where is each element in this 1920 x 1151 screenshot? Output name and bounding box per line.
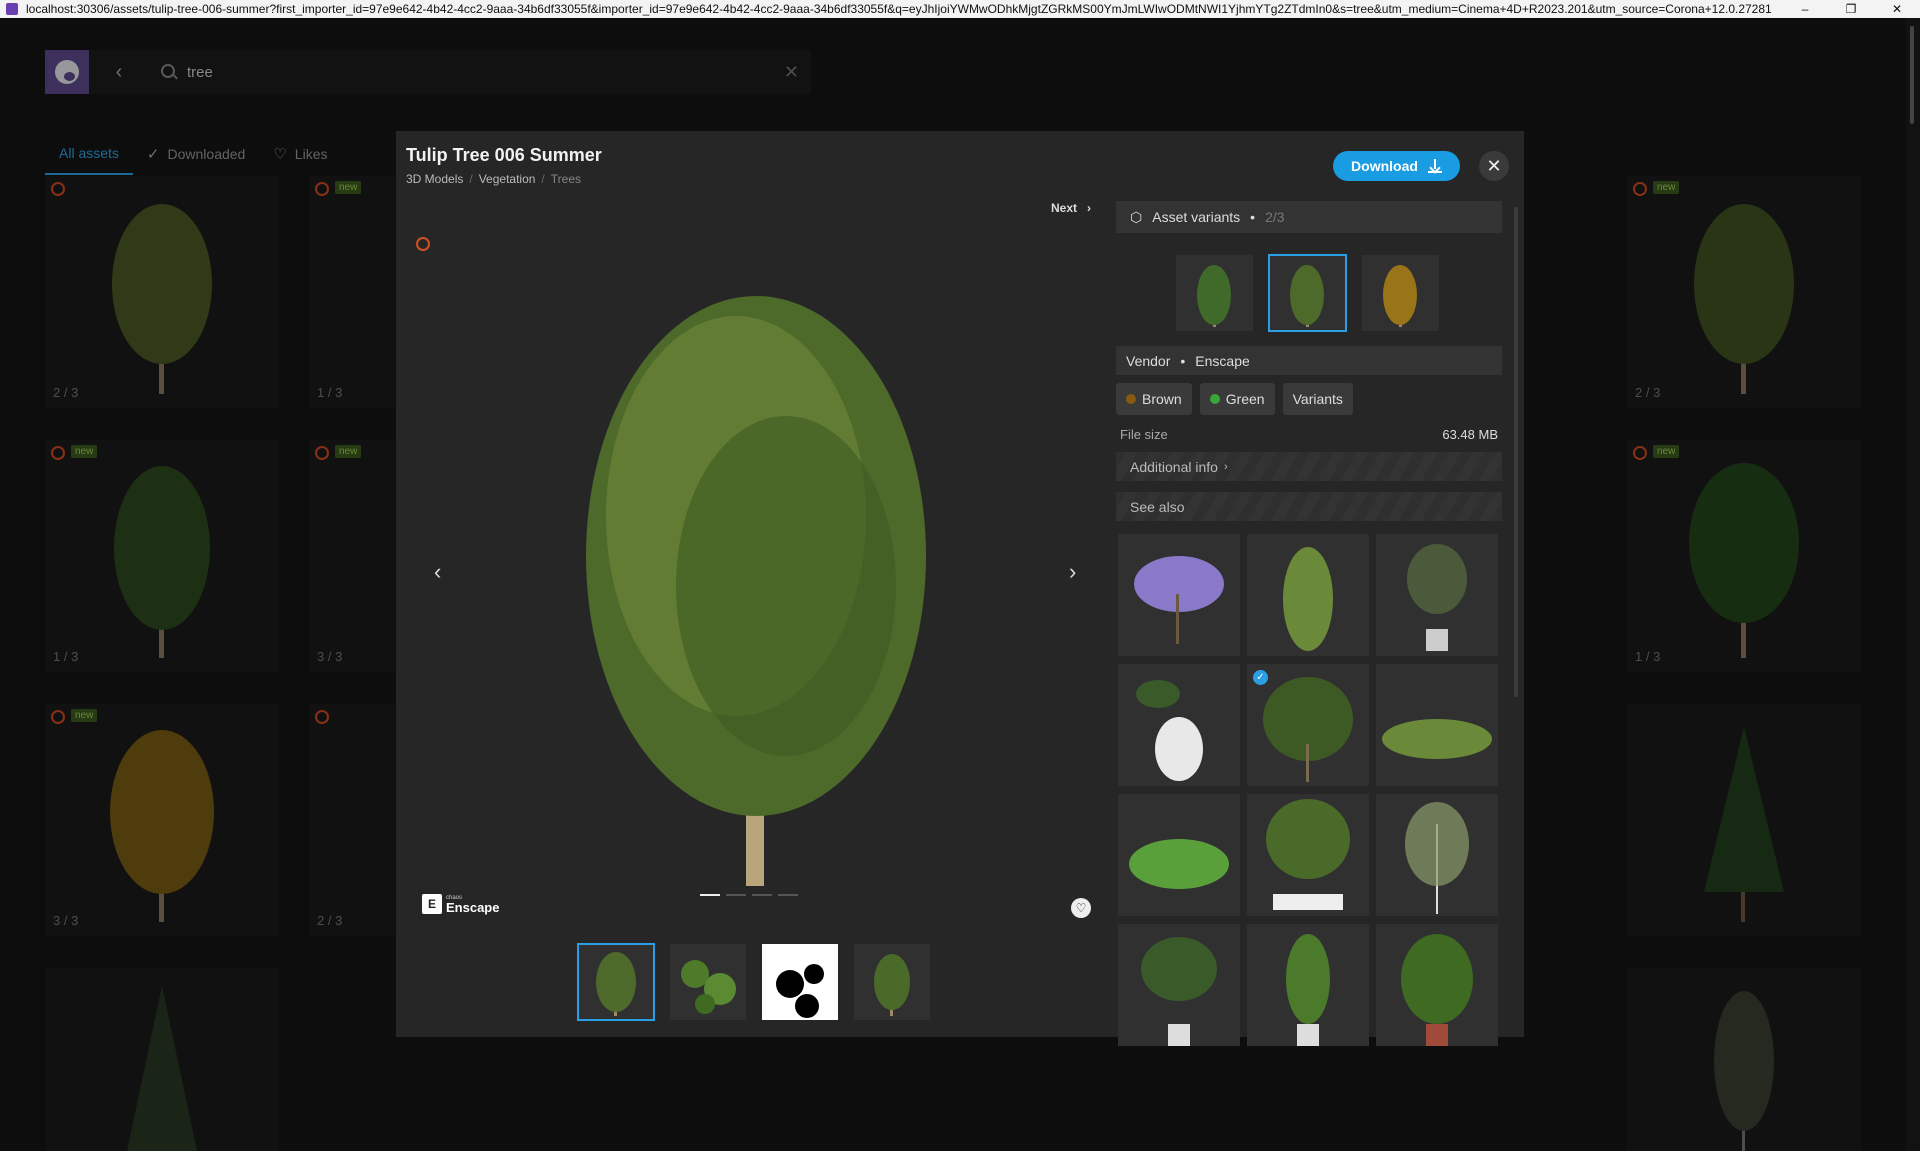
image-pagination: [700, 894, 798, 896]
enscape-logo-icon: E: [422, 894, 442, 914]
chevron-right-icon: ›: [1087, 201, 1092, 215]
next-label: Next: [1051, 201, 1078, 215]
asset-title: Tulip Tree 006 Summer: [406, 145, 602, 165]
preview-thumbnail[interactable]: [670, 944, 746, 1020]
related-asset[interactable]: [1376, 664, 1498, 786]
related-asset[interactable]: [1247, 534, 1369, 656]
file-size-value: 63.48 MB: [1442, 427, 1498, 442]
prev-image-arrow-icon[interactable]: ‹: [434, 559, 441, 585]
breadcrumb: 3D Models / Vegetation / Trees: [406, 172, 581, 186]
breadcrumb-item[interactable]: Vegetation: [479, 172, 536, 186]
preview-thumbnail[interactable]: [854, 944, 930, 1020]
pagination-dot[interactable]: [726, 894, 746, 896]
variant-thumbnails: [1176, 254, 1439, 332]
asset-variants-header: ⬡ Asset variants • 2/3: [1116, 201, 1502, 233]
download-icon: [1427, 159, 1442, 173]
preview-thumbnail[interactable]: [577, 943, 655, 1021]
variants-count: 2/3: [1265, 209, 1285, 225]
color-swatch-icon: [1126, 394, 1136, 404]
render-engine-icon: [416, 237, 430, 251]
additional-info-label: Additional info: [1130, 458, 1218, 475]
minimize-button[interactable]: –: [1782, 0, 1828, 18]
url-text: localhost:30306/assets/tulip-tree-006-su…: [26, 2, 1772, 16]
like-heart-icon[interactable]: ♡: [1071, 898, 1091, 918]
next-asset-link[interactable]: Next ›: [1051, 201, 1091, 215]
browser-titlebar: localhost:30306/assets/tulip-tree-006-su…: [0, 0, 1920, 18]
vendor-label: Vendor: [1126, 352, 1171, 369]
see-also-label: See also: [1130, 498, 1185, 515]
app-icon: [6, 3, 18, 15]
chip-label: Brown: [1142, 391, 1182, 407]
restore-button[interactable]: ❐: [1828, 0, 1874, 18]
pagination-dot[interactable]: [700, 894, 720, 896]
see-also-header: See also: [1116, 492, 1502, 521]
chip-label: Variants: [1292, 391, 1343, 407]
download-label: Download: [1351, 158, 1418, 174]
tag-chip-green[interactable]: Green: [1199, 383, 1275, 415]
related-asset[interactable]: [1118, 924, 1240, 1046]
close-icon[interactable]: ✕: [1479, 151, 1509, 181]
variant-thumbnail[interactable]: [1268, 254, 1347, 332]
preview-thumbnails: [577, 943, 930, 1021]
downloaded-check-icon: ✓: [1253, 670, 1268, 685]
additional-info-toggle[interactable]: Additional info ›: [1116, 452, 1502, 481]
related-asset[interactable]: [1118, 664, 1240, 786]
see-also-grid: ✓: [1118, 534, 1500, 1046]
close-window-button[interactable]: ✕: [1874, 0, 1920, 18]
vendor-row: Vendor • Enscape: [1116, 346, 1502, 375]
pagination-dot[interactable]: [752, 894, 772, 896]
panel-scrollbar[interactable]: [1514, 207, 1518, 697]
tag-chip-variants[interactable]: Variants: [1282, 383, 1353, 415]
tag-chip-brown[interactable]: Brown: [1116, 383, 1192, 415]
variant-thumbnail[interactable]: [1176, 255, 1253, 331]
related-asset[interactable]: [1376, 794, 1498, 916]
pagination-dot[interactable]: [778, 894, 798, 896]
related-asset[interactable]: [1376, 534, 1498, 656]
related-asset[interactable]: [1376, 924, 1498, 1046]
layers-icon: ⬡: [1130, 208, 1143, 225]
breadcrumb-item[interactable]: 3D Models: [406, 172, 463, 186]
variants-label: Asset variants: [1152, 209, 1241, 225]
related-asset[interactable]: [1118, 534, 1240, 656]
next-image-arrow-icon[interactable]: ›: [1069, 559, 1076, 585]
tag-chips: Brown Green Variants: [1116, 383, 1353, 415]
preview-thumbnail[interactable]: [762, 944, 838, 1020]
chip-label: Green: [1225, 391, 1265, 407]
asset-detail-modal: Tulip Tree 006 Summer 3D Models / Vegetat…: [396, 131, 1524, 1046]
vendor-value[interactable]: Enscape: [1195, 353, 1249, 369]
chevron-right-icon: ›: [1223, 460, 1228, 473]
download-button[interactable]: Download: [1333, 151, 1460, 181]
file-size-label: File size: [1120, 427, 1168, 442]
tree-preview-image: [586, 296, 926, 886]
vendor-logo: E chaos Enscape: [422, 894, 499, 914]
related-asset[interactable]: ✓: [1247, 664, 1369, 786]
file-size-row: File size 63.48 MB: [1120, 427, 1498, 442]
breadcrumb-item[interactable]: Trees: [551, 172, 581, 186]
page-scrollbar[interactable]: [1906, 18, 1920, 1151]
related-asset[interactable]: [1247, 794, 1369, 916]
vendor-logo-text: Enscape: [446, 899, 500, 915]
color-swatch-icon: [1209, 394, 1220, 404]
variant-thumbnail[interactable]: [1362, 255, 1439, 331]
related-asset[interactable]: [1118, 794, 1240, 916]
related-asset[interactable]: [1247, 924, 1369, 1046]
